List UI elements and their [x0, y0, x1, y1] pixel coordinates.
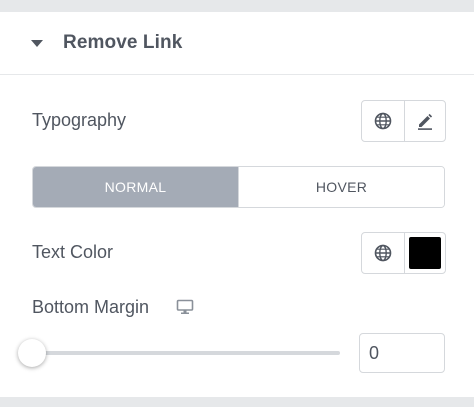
- globe-icon: [374, 112, 392, 130]
- bottom-margin-slider-thumb[interactable]: [18, 339, 46, 367]
- bottom-margin-label: Bottom Margin: [32, 297, 150, 317]
- typography-global-button[interactable]: [362, 101, 404, 141]
- typography-controls: [361, 100, 446, 142]
- section-title: Remove Link: [63, 32, 183, 53]
- text-color-label: Text Color: [32, 242, 114, 262]
- color-swatch: [408, 237, 441, 269]
- panel-top-divider: [0, 0, 474, 12]
- globe-icon: [374, 244, 392, 262]
- tab-normal[interactable]: NORMAL: [33, 167, 238, 207]
- caret-down-icon[interactable]: [31, 40, 43, 47]
- text-color-global-button[interactable]: [362, 233, 404, 273]
- state-tabs: NORMAL HOVER: [32, 166, 445, 208]
- tab-hover[interactable]: HOVER: [238, 167, 444, 207]
- text-color-controls: [361, 232, 446, 274]
- pencil-icon: [417, 113, 432, 130]
- typography-edit-button[interactable]: [403, 101, 446, 141]
- panel-bottom-divider: [0, 397, 474, 407]
- bottom-margin-input[interactable]: [359, 333, 445, 373]
- typography-label: Typography: [32, 110, 127, 130]
- text-color-picker-button[interactable]: [403, 233, 446, 273]
- section-header-remove-link[interactable]: Remove Link: [0, 12, 474, 75]
- bottom-margin-slider-track[interactable]: [32, 351, 340, 355]
- desktop-monitor-icon[interactable]: [176, 299, 194, 315]
